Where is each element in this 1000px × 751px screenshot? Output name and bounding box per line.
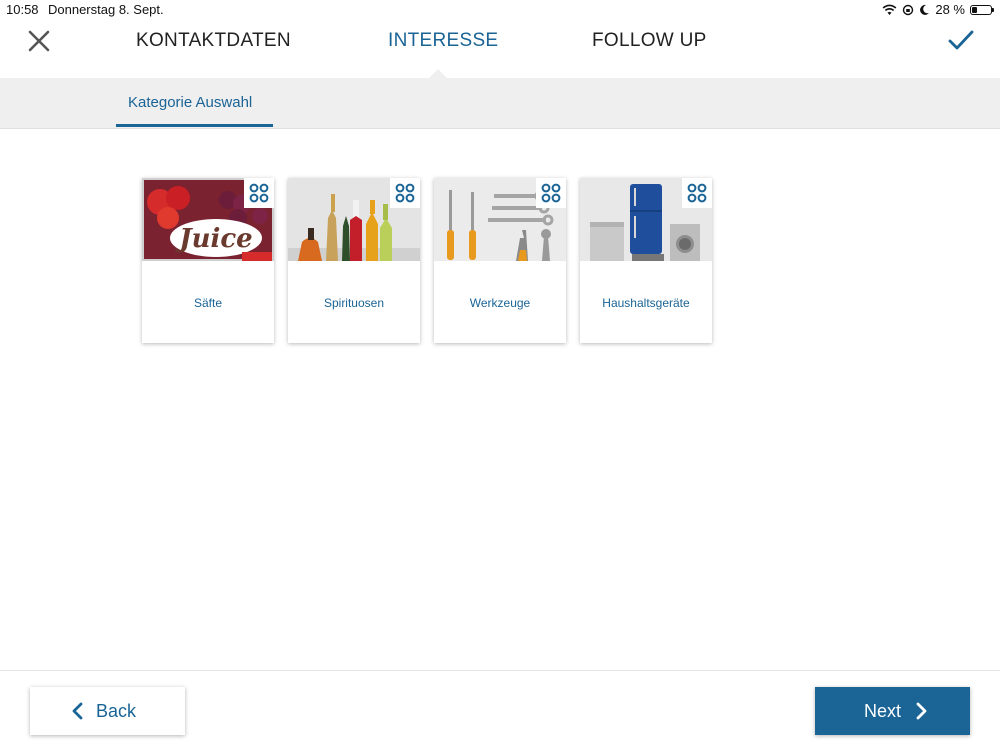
- tab-kontaktdaten[interactable]: KONTAKTDATEN: [136, 30, 291, 52]
- category-tile-haushaltsgeraete[interactable]: Haushaltsgeräte: [580, 178, 712, 343]
- tab-interesse[interactable]: INTERESSE: [388, 30, 498, 52]
- grid-icon[interactable]: [390, 178, 420, 208]
- lock-rotation-icon: [903, 4, 914, 15]
- grid-icon[interactable]: [244, 178, 274, 208]
- tab-kategorie-auswahl[interactable]: Kategorie Auswahl: [116, 78, 273, 127]
- category-tile-werkzeuge[interactable]: Werkzeuge: [434, 178, 566, 343]
- sub-nav: Kategorie Auswahl: [0, 69, 1000, 129]
- category-label: Säfte: [193, 296, 223, 310]
- back-button-label: Back: [96, 701, 137, 721]
- status-indicators: 28 %: [882, 2, 994, 17]
- chevron-left-icon: [72, 702, 83, 720]
- battery-icon: [970, 4, 994, 15]
- next-button[interactable]: Next: [815, 687, 970, 735]
- active-tab-pointer: [428, 69, 448, 79]
- wifi-icon: [882, 4, 897, 15]
- saefte-image-text: Juice: [174, 224, 252, 254]
- category-label: Werkzeuge: [469, 296, 531, 310]
- confirm-button[interactable]: [946, 26, 976, 56]
- moon-icon: [920, 4, 930, 15]
- category-tile-spirituosen[interactable]: Spirituosen: [288, 178, 420, 343]
- chevron-right-icon: [916, 702, 927, 720]
- category-label: Spirituosen: [323, 296, 385, 310]
- status-bar: 10:58 Donnerstag 8. Sept. 28 %: [0, 0, 1000, 20]
- status-time: 10:58: [6, 2, 39, 17]
- grid-icon[interactable]: [682, 178, 712, 208]
- close-button[interactable]: [26, 28, 52, 54]
- footer-bar: Back Next: [0, 670, 1000, 751]
- next-button-label: Next: [864, 701, 902, 721]
- top-nav: KONTAKTDATEN INTERESSE FOLLOW UP: [0, 20, 1000, 78]
- category-label: Haushaltsgeräte: [602, 296, 690, 310]
- tab-kategorie-auswahl-label: Kategorie Auswahl: [128, 94, 253, 111]
- category-tile-saefte[interactable]: Juice Säfte: [142, 178, 274, 343]
- back-button[interactable]: Back: [30, 687, 185, 735]
- close-icon: [28, 30, 50, 52]
- status-date: Donnerstag 8. Sept.: [48, 2, 164, 17]
- tab-follow-up[interactable]: FOLLOW UP: [592, 30, 707, 52]
- grid-icon[interactable]: [536, 178, 566, 208]
- battery-percent: 28 %: [935, 2, 965, 17]
- active-tab-underline: [116, 124, 273, 127]
- checkmark-icon: [948, 30, 974, 50]
